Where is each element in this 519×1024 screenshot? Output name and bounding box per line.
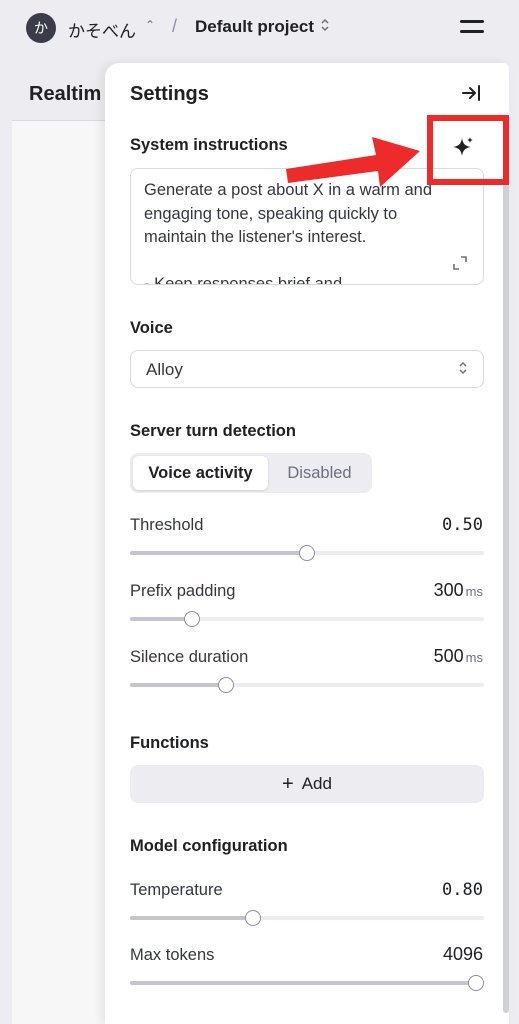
functions-label: Functions <box>130 734 209 752</box>
add-function-button[interactable]: + Add <box>130 765 484 803</box>
settings-title: Settings <box>130 83 209 105</box>
page-title: Realtim <box>29 83 102 105</box>
chevron-updown-icon <box>458 361 468 376</box>
prefix-padding-value: 300 ms <box>433 580 483 600</box>
top-bar: か かそべん ⌃ / Default project <box>0 0 519 58</box>
threshold-value: 0.50 <box>442 515 483 535</box>
scrollbar[interactable] <box>503 173 509 1013</box>
turn-detection-label: Server turn detection <box>130 422 296 440</box>
prefix-padding-slider[interactable] <box>130 611 484 627</box>
prefix-padding-label: Prefix padding <box>130 582 236 600</box>
temperature-slider[interactable] <box>130 910 484 926</box>
org-avatar[interactable]: か <box>26 13 56 43</box>
turn-detection-toggle: Voice activity Disabled <box>130 453 372 493</box>
silence-duration-value: 500 ms <box>433 646 483 666</box>
annotation-arrow <box>286 137 420 187</box>
settings-panel: Settings System instructions Generate a … <box>105 63 509 1024</box>
max-tokens-slider[interactable] <box>130 975 484 991</box>
menu-icon[interactable] <box>460 17 488 39</box>
collapse-panel-icon[interactable] <box>461 83 483 103</box>
threshold-label: Threshold <box>130 516 204 534</box>
threshold-slider[interactable] <box>130 545 484 561</box>
voice-label: Voice <box>130 319 173 337</box>
slider-thumb[interactable] <box>184 611 201 627</box>
temperature-value: 0.80 <box>442 880 483 900</box>
expand-icon[interactable] <box>453 256 467 270</box>
silence-duration-label: Silence duration <box>130 648 249 666</box>
tab-voice-activity[interactable]: Voice activity <box>133 456 268 490</box>
voice-selected-value: Alloy <box>146 360 183 379</box>
silence-duration-slider[interactable] <box>130 677 484 693</box>
temperature-label: Temperature <box>130 881 223 899</box>
add-button-label: Add <box>301 774 332 793</box>
voice-select[interactable]: Alloy <box>130 350 484 388</box>
breadcrumb-separator: / <box>172 16 178 36</box>
slider-thumb[interactable] <box>299 545 315 561</box>
slider-thumb[interactable] <box>217 677 234 693</box>
tab-disabled[interactable]: Disabled <box>270 456 369 490</box>
plus-icon: + <box>282 772 294 795</box>
chevron-updown-icon[interactable] <box>320 18 330 35</box>
project-switcher[interactable]: Default project <box>195 17 314 37</box>
org-switcher[interactable]: かそべん <box>68 17 136 42</box>
model-configuration-label: Model configuration <box>130 837 288 855</box>
slider-thumb[interactable] <box>244 910 261 926</box>
slider-thumb[interactable] <box>468 975 484 991</box>
system-instructions-label: System instructions <box>130 136 288 154</box>
max-tokens-value: 4096 <box>442 944 483 964</box>
chevron-updown-icon[interactable]: ⌃ <box>145 18 155 32</box>
annotation-highlight-box <box>427 115 509 185</box>
max-tokens-label: Max tokens <box>130 946 215 964</box>
